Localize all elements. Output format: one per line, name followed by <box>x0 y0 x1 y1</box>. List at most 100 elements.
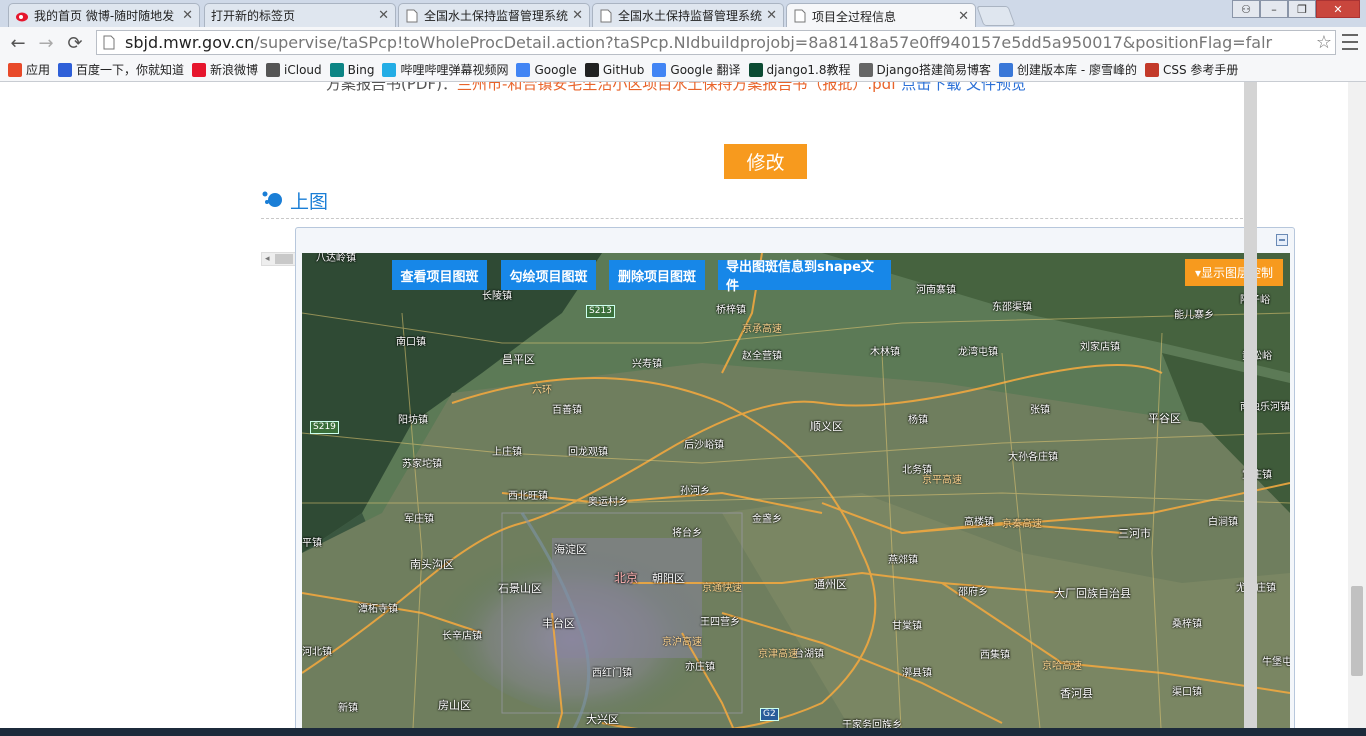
map-place-label: 朝阳区 <box>652 572 685 585</box>
map-place-label: 军庄镇 <box>404 514 434 525</box>
taskbar <box>0 728 1366 736</box>
map-place-label: 木林镇 <box>870 347 900 358</box>
page-icon <box>405 9 419 23</box>
modify-button[interactable]: 修改 <box>724 144 807 179</box>
bookmark-star-icon[interactable]: ☆ <box>1313 32 1335 53</box>
map-place-label: 杨镇 <box>908 415 928 426</box>
map-place-label: 东邵渠镇 <box>992 302 1032 313</box>
close-icon[interactable]: ✕ <box>182 8 193 23</box>
horizontal-scrollbar[interactable]: ◂ <box>261 252 297 266</box>
bookmark-item[interactable]: CSS 参考手册 <box>1144 61 1238 78</box>
bookmark-item[interactable]: django1.8教程 <box>748 61 851 78</box>
delete-patch-button[interactable]: 删除项目图斑 <box>609 260 705 290</box>
weibo-icon <box>192 62 207 77</box>
bookmark-label: django1.8教程 <box>766 63 851 77</box>
bookmark-label: Bing <box>347 62 375 77</box>
map-place-label: 河南寨镇 <box>916 285 956 296</box>
map-place-label: 刘家店镇 <box>1080 342 1120 353</box>
bookmark-item[interactable]: Bing <box>329 62 375 77</box>
bookmark-label: 应用 <box>26 63 51 77</box>
new-tab-button[interactable] <box>976 6 1016 26</box>
map-place-label: 牛堡屯 <box>1262 657 1290 668</box>
export-shapefile-button[interactable]: 导出图斑信息到shape文件 <box>718 260 891 294</box>
road-label: 六环 <box>532 385 552 396</box>
collapse-panel-icon[interactable] <box>1276 234 1288 246</box>
minimize-button[interactable]: – <box>1260 0 1288 18</box>
tab-2[interactable]: 打开新的标签页 ✕ <box>204 3 396 27</box>
map-place-label: 白涧镇 <box>1208 517 1238 528</box>
bookmark-item[interactable]: 百度一下，你就知道 <box>58 61 184 78</box>
map-place-label: 北京 <box>614 571 639 585</box>
road-badge: S213 <box>586 305 615 318</box>
address-bar[interactable]: sbjd.mwr.gov.cn/supervise/taSPcp!toWhole… <box>96 30 1336 55</box>
page-vertical-scrollbar[interactable] <box>1348 82 1366 736</box>
tab-label: 全国水土保持监督管理系统 <box>424 9 569 23</box>
map-place-label: 桑梓镇 <box>1172 619 1202 630</box>
close-icon[interactable]: ✕ <box>958 9 969 24</box>
draw-patch-button[interactable]: 勾绘项目图斑 <box>501 260 596 290</box>
map-place-label: 三河市 <box>1118 527 1151 540</box>
maximize-button[interactable]: ❐ <box>1288 0 1316 18</box>
bookmark-item[interactable]: Google <box>516 62 577 77</box>
bookmark-item[interactable]: Google 翻译 <box>652 61 741 78</box>
tab-3[interactable]: 全国水土保持监督管理系统 ✕ <box>398 3 590 27</box>
map-place-label: 河北镇 <box>302 647 332 658</box>
tab-label: 全国水土保持监督管理系统 <box>618 9 763 23</box>
map-place-label: 通州区 <box>814 578 847 591</box>
browser-toolbar: ← → ⟳ sbjd.mwr.gov.cn/supervise/taSPcp!t… <box>0 27 1366 58</box>
map-place-label: 平镇 <box>302 538 322 549</box>
close-window-button[interactable]: ✕ <box>1316 0 1360 18</box>
w3-icon <box>1144 62 1159 77</box>
menu-icon[interactable] <box>1342 34 1358 50</box>
bookmark-item[interactable]: 哔哩哔哩弹幕视频网 <box>382 61 508 78</box>
url-host: sbjd.mwr.gov.cn <box>125 33 255 52</box>
scroll-thumb[interactable] <box>1351 586 1363 676</box>
bing-icon <box>329 62 344 77</box>
map-place-label: 香河县 <box>1060 687 1093 700</box>
bubbles-icon <box>261 189 283 213</box>
map-place-label: 龙湾屯镇 <box>958 347 998 358</box>
bookmark-item[interactable]: 应用 <box>8 61 50 78</box>
close-icon[interactable]: ✕ <box>766 8 777 23</box>
tab-1[interactable]: 我的首页 微博-随时随地发 ✕ <box>8 3 200 27</box>
download-preview-links[interactable]: 点击下载 文件预览 <box>901 82 1026 93</box>
tab-5-active[interactable]: 项目全过程信息 ✕ <box>786 3 976 28</box>
map-panel: 八达岭镇长陵镇桥梓镇河南寨镇东邵渠镇陆子峪能儿寨乡南口镇昌平区兴寿镇赵全营镇木林… <box>295 227 1295 736</box>
scroll-thumb[interactable] <box>274 254 293 264</box>
tab-label: 我的首页 微博-随时随地发 <box>34 9 175 23</box>
url-path: /supervise/taSPcp!toWholeProcDetail.acti… <box>254 33 1273 52</box>
map-place-label: 南头沟区 <box>410 558 454 571</box>
map-place-label: 房山区 <box>438 699 471 712</box>
url-text[interactable]: sbjd.mwr.gov.cn/supervise/taSPcp!toWhole… <box>125 33 1313 52</box>
divider <box>261 218 1243 219</box>
map-place-label: 西红门镇 <box>592 668 632 679</box>
report-file-link[interactable]: 兰州市-和合镇安宅生活小区项目水土保持方案报告书（报批）.pdf <box>457 82 897 93</box>
layer-control-button[interactable]: ▾显示图层控制 <box>1184 259 1283 286</box>
satellite-map-background <box>302 253 1290 736</box>
road-label: 京津高速 <box>758 649 798 660</box>
bilibili-icon <box>382 62 397 77</box>
bookmark-item[interactable]: 新浪微博 <box>192 61 258 78</box>
bookmark-item[interactable]: Django搭建简易博客 <box>858 61 991 78</box>
close-icon[interactable]: ✕ <box>378 8 389 23</box>
back-arrow-icon[interactable]: ← <box>6 31 30 55</box>
reload-icon[interactable]: ⟳ <box>63 31 87 55</box>
close-icon[interactable]: ✕ <box>572 8 583 23</box>
map-place-label: 渠口镇 <box>1172 687 1202 698</box>
view-patch-button[interactable]: 查看项目图斑 <box>392 260 487 290</box>
bookmark-item[interactable]: 创建版本库 - 廖雪峰的 <box>999 61 1137 78</box>
bookmark-item[interactable]: iCloud <box>266 62 322 77</box>
map-place-label: 金盏乡 <box>752 514 782 525</box>
map-place-label: 甘棠镇 <box>892 621 922 632</box>
map-place-label: 百善镇 <box>552 405 582 416</box>
tab-4[interactable]: 全国水土保持监督管理系统 ✕ <box>592 3 784 27</box>
map-place-label: 回龙观镇 <box>568 447 608 458</box>
map-place-label: 西北旺镇 <box>508 491 548 502</box>
road-label: 京秦高速 <box>1002 519 1042 530</box>
map-place-label: 邵府乡 <box>958 587 988 598</box>
user-icon[interactable]: ⚇ <box>1232 0 1260 18</box>
map-place-label: 桥梓镇 <box>716 305 746 316</box>
map-view[interactable]: 八达岭镇长陵镇桥梓镇河南寨镇东邵渠镇陆子峪能儿寨乡南口镇昌平区兴寿镇赵全营镇木林… <box>302 253 1290 736</box>
bookmark-item[interactable]: GitHub <box>584 62 644 77</box>
forward-arrow-icon[interactable]: → <box>34 31 58 55</box>
